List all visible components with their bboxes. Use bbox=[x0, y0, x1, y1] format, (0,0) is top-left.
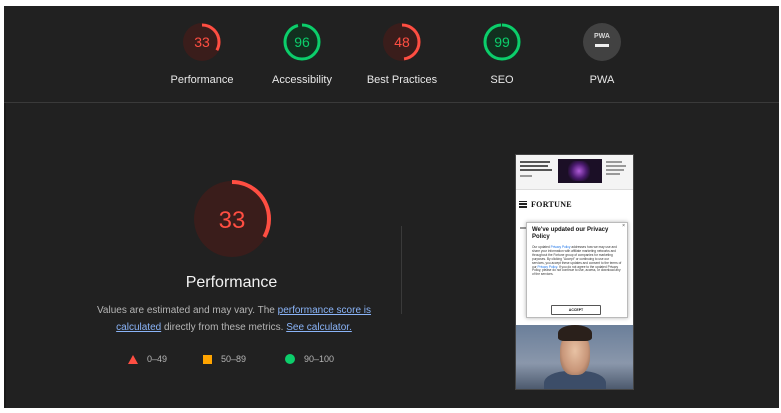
red-triangle-icon bbox=[128, 354, 138, 364]
final-screenshot[interactable]: FORTUNE × We've updated our Privacy Poli… bbox=[515, 154, 634, 390]
gauge-label-best-practices: Best Practices bbox=[366, 74, 438, 86]
pwa-badge-text: PWA bbox=[594, 33, 610, 40]
gauge-performance[interactable]: 33 Performance bbox=[152, 20, 252, 86]
gauge-ring-best-practices: 48 bbox=[383, 23, 421, 61]
performance-gauge: 33 bbox=[193, 180, 271, 258]
gauge-label-seo: SEO bbox=[490, 74, 514, 86]
desc-text-2: directly from these metrics. bbox=[161, 322, 287, 333]
gauge-seo[interactable]: 99 SEO bbox=[452, 20, 552, 86]
left-edge bbox=[4, 102, 6, 408]
score-summary-bar: 33 Performance 96 Accessibility 48 Best … bbox=[4, 6, 779, 103]
close-icon[interactable]: × bbox=[622, 223, 625, 229]
modal-title: We've updated our Privacy Policy bbox=[532, 227, 609, 240]
orange-square-icon bbox=[203, 354, 212, 364]
screenshot-nav: FORTUNE bbox=[519, 199, 572, 209]
gauge-ring-accessibility: 96 bbox=[283, 23, 321, 61]
gauge-score-best-practices: 48 bbox=[394, 34, 410, 50]
vertical-divider bbox=[401, 226, 402, 314]
pwa-badge-icon: PWA bbox=[583, 23, 621, 61]
legend-range-fail: 0–49 bbox=[147, 354, 168, 364]
legend-range-pass: 90–100 bbox=[304, 354, 335, 364]
green-circle-icon bbox=[285, 354, 295, 364]
article-photo bbox=[516, 325, 633, 389]
accept-button[interactable]: ACCEPT bbox=[551, 305, 601, 315]
ad-side-text bbox=[606, 161, 630, 177]
gauge-pwa[interactable]: PWA PWA bbox=[552, 20, 652, 86]
gauge-score-seo: 99 bbox=[494, 34, 510, 50]
desc-text-1: Values are estimated and may vary. The bbox=[96, 305, 278, 316]
legend-fail: 0–49 bbox=[128, 354, 167, 364]
ad-image bbox=[558, 159, 602, 183]
performance-title: Performance bbox=[185, 274, 278, 291]
performance-description: Values are estimated and may vary. The p… bbox=[84, 302, 384, 336]
legend-average: 50–89 bbox=[203, 354, 246, 364]
hamburger-icon bbox=[519, 199, 527, 209]
lighthouse-report: 33 Performance 96 Accessibility 48 Best … bbox=[4, 6, 779, 408]
gauge-ring-performance: 33 bbox=[183, 23, 221, 61]
gauge-label-accessibility: Accessibility bbox=[272, 74, 332, 86]
gauge-score-performance: 33 bbox=[194, 34, 210, 50]
gauge-accessibility[interactable]: 96 Accessibility bbox=[252, 20, 352, 86]
privacy-policy-modal: × We've updated our Privacy Policy Our u… bbox=[526, 222, 628, 318]
gauge-best-practices[interactable]: 48 Best Practices bbox=[352, 20, 452, 86]
legend-range-average: 50–89 bbox=[221, 354, 247, 364]
gauge-score-accessibility: 96 bbox=[294, 34, 310, 50]
performance-score: 33 bbox=[219, 207, 246, 234]
gauge-label-pwa: PWA bbox=[589, 74, 615, 86]
gauge-ring-seo: 99 bbox=[483, 23, 521, 61]
modal-body: Our updated Privacy Policy addresses how… bbox=[532, 245, 622, 277]
gauge-label-performance: Performance bbox=[170, 74, 234, 86]
see-calculator-link[interactable]: See calculator. bbox=[286, 322, 352, 333]
site-logo: FORTUNE bbox=[531, 199, 572, 209]
screenshot-header-ad bbox=[516, 155, 633, 190]
header-text bbox=[520, 161, 552, 179]
legend-pass: 90–100 bbox=[285, 354, 334, 364]
